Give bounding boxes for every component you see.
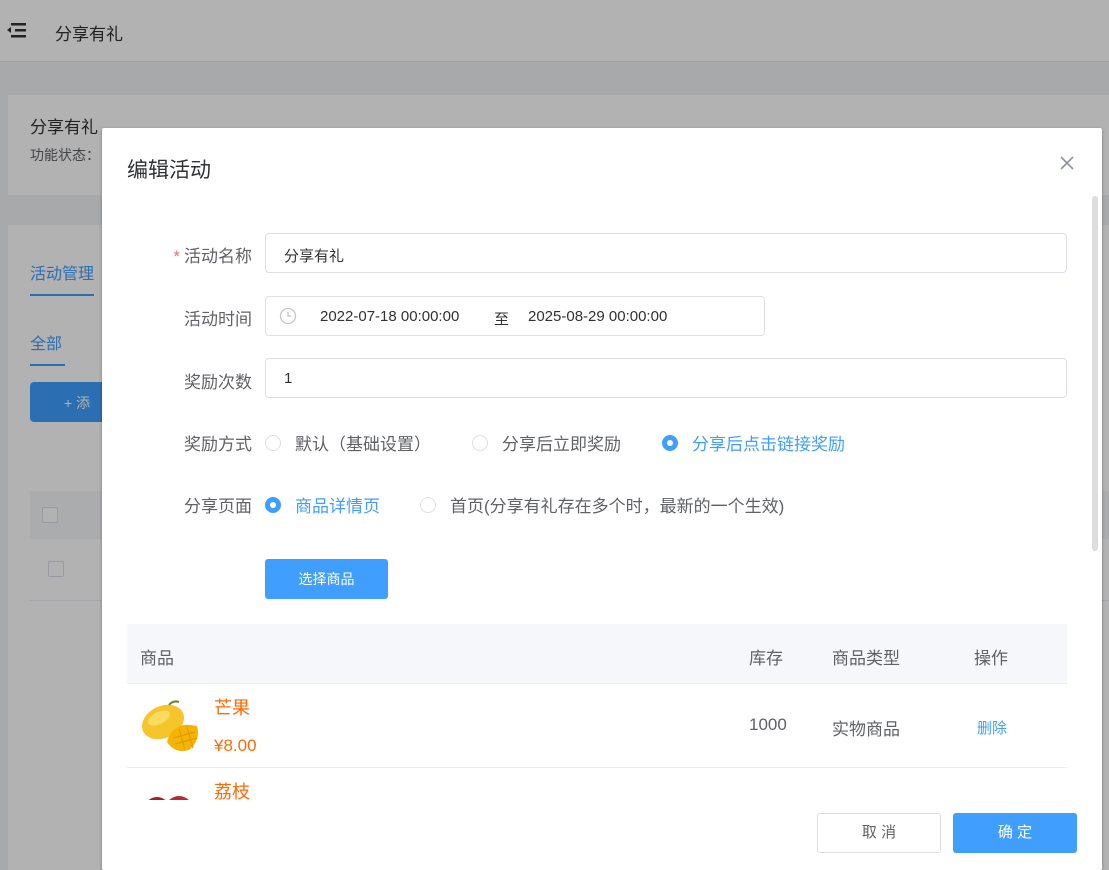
reward-count-input[interactable]: 1 [265, 358, 1067, 398]
product-name[interactable]: 芒果 [214, 694, 250, 720]
table-row: 荔枝 [127, 768, 1067, 800]
delete-link[interactable]: 删除 [977, 717, 1007, 738]
edit-activity-dialog: 编辑活动 * 活动名称 分享有礼 活动时间 2022-07-18 00:00:00… [102, 128, 1102, 870]
start-date-input[interactable]: 2022-07-18 00:00:00 [320, 308, 459, 325]
radio-share-product-detail[interactable]: 商品详情页 [265, 492, 380, 517]
column-header-stock: 库存 [749, 649, 783, 668]
radio-reward-default[interactable]: 默认（基础设置） [265, 430, 431, 455]
activity-time-label: 活动时间 [184, 310, 252, 329]
cancel-button[interactable]: 取 消 [817, 813, 941, 853]
radio-label: 首页(分享有礼存在多个时，最新的一个生效) [450, 497, 785, 516]
end-date-input[interactable]: 2025-08-29 00:00:00 [528, 308, 667, 325]
mango-image [141, 700, 198, 751]
activity-time-range-picker[interactable]: 2022-07-18 00:00:00 至 2025-08-29 00:00:0… [265, 296, 765, 336]
activity-name-input[interactable]: 分享有礼 [265, 233, 1067, 273]
radio-dot [472, 434, 488, 451]
radio-dot [420, 496, 436, 513]
select-product-button[interactable]: 选择商品 [265, 559, 388, 599]
share-page-label: 分享页面 [184, 497, 252, 516]
table-row: 芒果 ¥8.00 1000 实物商品 删除 [127, 684, 1067, 768]
reward-count-label: 奖励次数 [184, 373, 252, 392]
dialog-footer: 取 消 确 定 [102, 800, 1102, 870]
radio-label: 默认（基础设置） [295, 435, 431, 454]
radio-label: 分享后点击链接奖励 [692, 435, 845, 454]
radio-label: 商品详情页 [295, 497, 380, 516]
radio-reward-on-click[interactable]: 分享后点击链接奖励 [662, 430, 845, 455]
table-header: 商品 库存 商品类型 操作 [127, 624, 1067, 684]
radio-dot [265, 434, 281, 451]
product-price: ¥8.00 [214, 736, 257, 755]
product-table: 商品 库存 商品类型 操作 芒果 ¥8.00 1000 实物商品 删除 荔枝 [127, 624, 1067, 800]
product-name[interactable]: 荔枝 [214, 778, 250, 800]
product-stock: 1000 [749, 715, 787, 734]
radio-dot [265, 496, 281, 513]
radio-dot [662, 434, 678, 451]
product-type: 实物商品 [832, 720, 900, 739]
activity-name-label: * 活动名称 [173, 247, 252, 266]
column-header-action: 操作 [974, 649, 1008, 668]
dialog-body: * 活动名称 分享有礼 活动时间 2022-07-18 00:00:00 至 20… [102, 128, 1102, 800]
confirm-button[interactable]: 确 定 [953, 813, 1077, 853]
radio-reward-immediate[interactable]: 分享后立即奖励 [472, 430, 621, 455]
clock-icon [279, 307, 297, 325]
radio-label: 分享后立即奖励 [502, 435, 621, 454]
range-separator: 至 [494, 311, 510, 328]
column-header-product: 商品 [140, 649, 174, 668]
lychee-image [148, 796, 189, 800]
column-header-type: 商品类型 [832, 649, 900, 668]
radio-share-home[interactable]: 首页(分享有礼存在多个时，最新的一个生效) [420, 492, 784, 517]
reward-method-label: 奖励方式 [184, 435, 252, 454]
